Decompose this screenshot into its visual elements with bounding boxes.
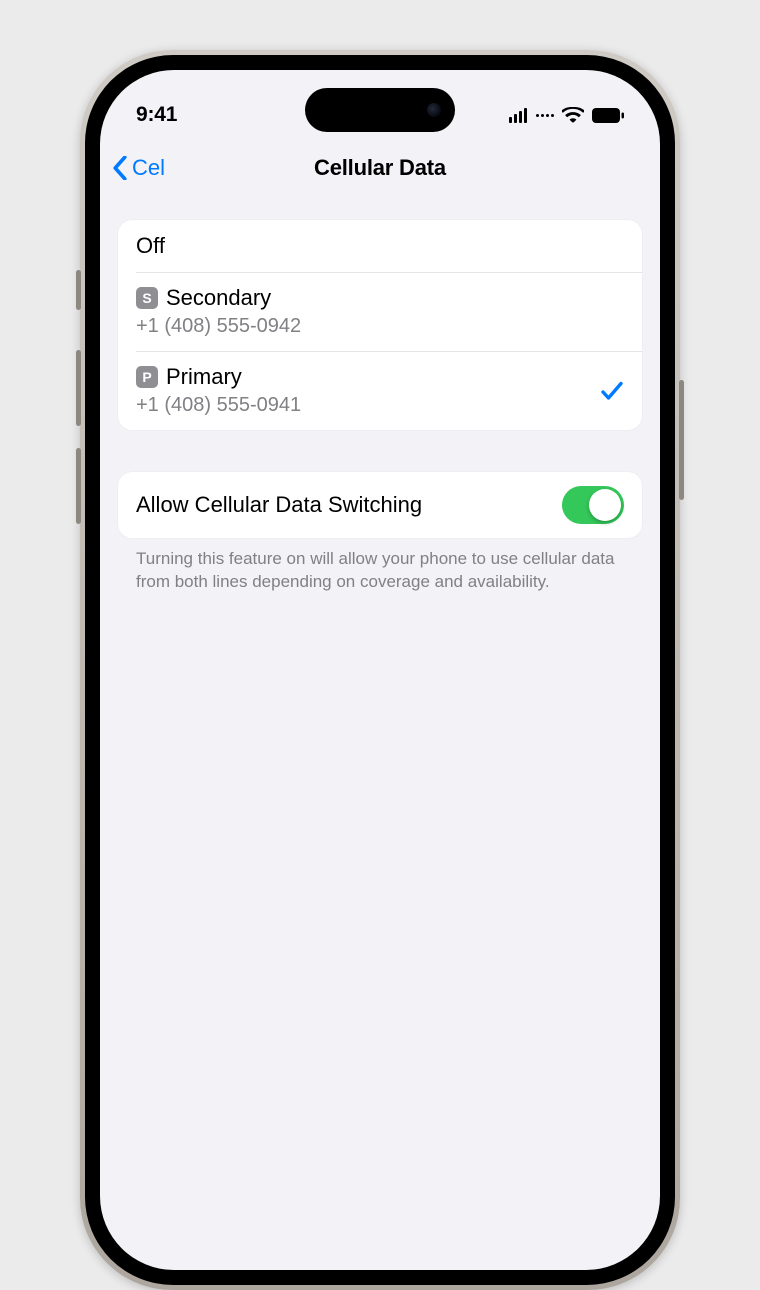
status-time: 9:41: [136, 103, 177, 127]
line-option-off-label: Off: [136, 233, 165, 259]
page-title: Cellular Data: [314, 155, 446, 181]
sim-badge-primary-icon: P: [136, 366, 158, 388]
allow-switching-footer: Turning this feature on will allow your …: [118, 538, 642, 594]
line-option-secondary[interactable]: S Secondary +1 (408) 555-0942: [118, 272, 642, 351]
side-button: [679, 380, 684, 500]
line-option-primary[interactable]: P Primary +1 (408) 555-0941: [118, 351, 642, 430]
nav-bar: Cel Cellular Data: [100, 140, 660, 196]
camera-icon: [427, 103, 441, 117]
back-button[interactable]: Cel: [112, 155, 165, 181]
side-button: [76, 350, 81, 426]
cellular-signal-icon: [509, 108, 527, 123]
line-number: +1 (408) 555-0941: [136, 394, 301, 417]
allow-switching-label: Allow Cellular Data Switching: [136, 492, 422, 518]
line-option-off[interactable]: Off: [118, 220, 642, 272]
battery-icon: [592, 108, 624, 123]
secondary-signal-icon: [536, 114, 554, 117]
line-number: +1 (408) 555-0942: [136, 315, 301, 338]
line-name: Primary: [166, 364, 242, 390]
checkmark-icon: [600, 380, 624, 402]
chevron-left-icon: [112, 156, 128, 180]
side-button: [76, 448, 81, 524]
side-button: [76, 270, 81, 310]
sim-badge-secondary-icon: S: [136, 287, 158, 309]
line-selection-group: Off S Secondary +1 (408) 555-0942: [118, 220, 642, 430]
back-label: Cel: [132, 155, 165, 181]
wifi-icon: [562, 107, 584, 123]
allow-switching-row: Allow Cellular Data Switching: [118, 472, 642, 538]
line-name: Secondary: [166, 285, 271, 311]
dynamic-island: [305, 88, 455, 132]
phone-screen: 9:41: [100, 70, 660, 1270]
allow-switching-toggle[interactable]: [562, 486, 624, 524]
phone-frame: 9:41: [80, 50, 680, 1290]
